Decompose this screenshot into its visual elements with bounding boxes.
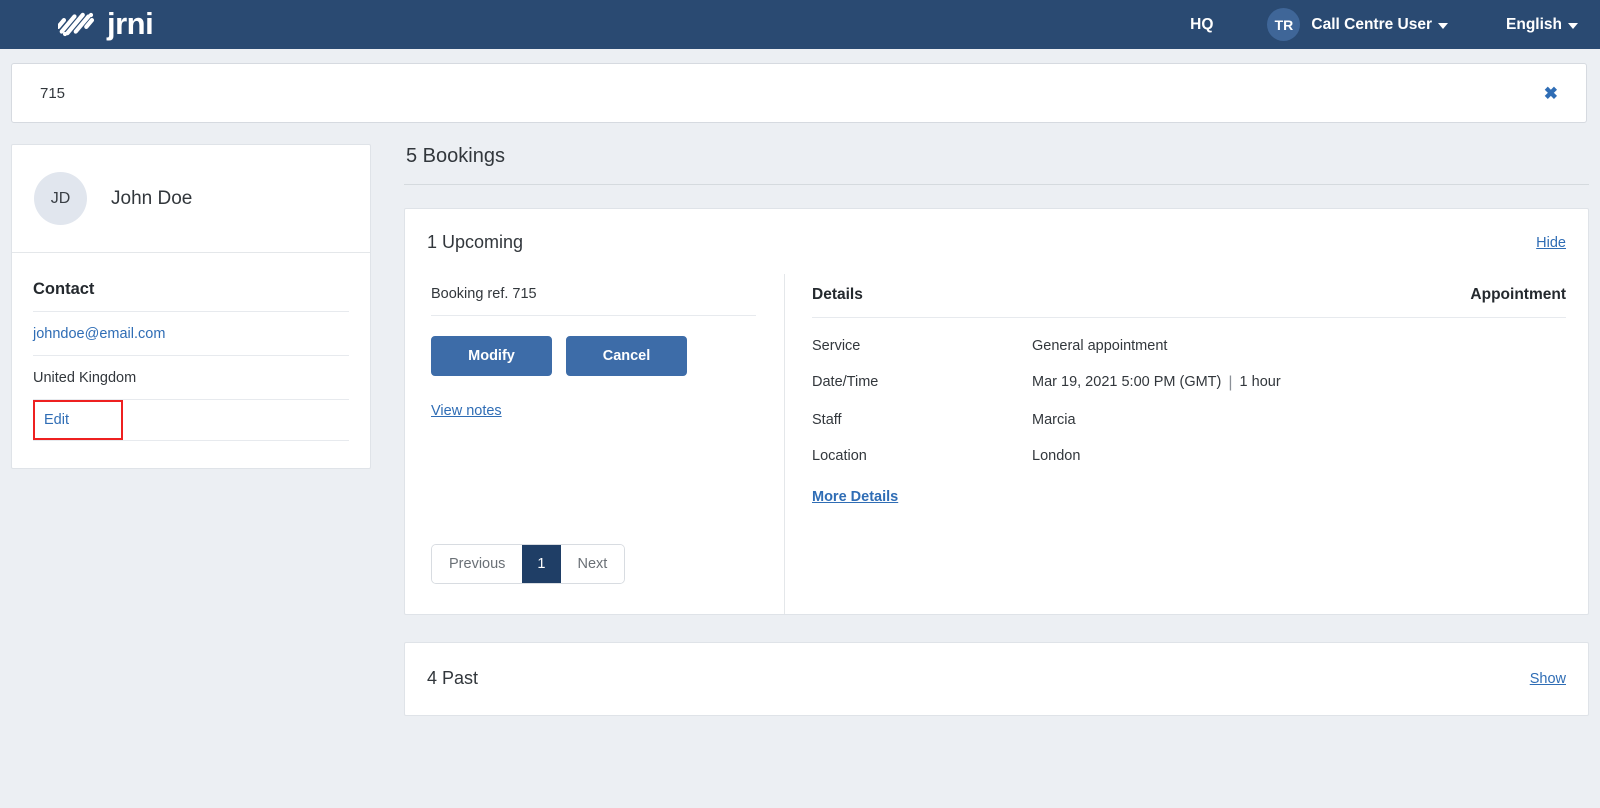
chevron-down-icon: [1568, 22, 1578, 29]
past-panel-title: 4 Past: [427, 668, 479, 688]
contact-section-title: Contact: [33, 280, 95, 298]
user-menu-label: Call Centre User: [1311, 15, 1433, 33]
edit-highlight-box: Edit: [33, 400, 123, 440]
customer-email-link[interactable]: johndoe@email.com: [33, 326, 165, 342]
search-input[interactable]: [40, 84, 1538, 102]
pagination-next-button[interactable]: Next: [560, 545, 625, 583]
pagination-previous-button[interactable]: Previous: [432, 545, 523, 583]
more-details-link[interactable]: More Details: [812, 489, 898, 505]
upcoming-bookings-panel: 1 Upcoming Hide Booking ref. 715 Modify …: [404, 208, 1589, 615]
booking-reference: Booking ref. 715: [431, 286, 756, 316]
detail-row: Staff Marcia: [812, 392, 1566, 428]
avatar[interactable]: TR: [1267, 8, 1301, 41]
contact-email-row: johndoe@email.com: [33, 311, 349, 355]
search-bar[interactable]: ✖: [11, 63, 1587, 123]
detail-value-location: London: [1032, 448, 1081, 464]
customer-card: JD John Doe Contact johndoe@email.com Un…: [11, 144, 371, 469]
booking-type-heading: Appointment: [1470, 286, 1566, 303]
customer-avatar: JD: [34, 172, 87, 225]
app-logo[interactable]: jrni: [58, 6, 154, 41]
booking-action-buttons: Modify Cancel: [431, 316, 756, 376]
detail-label-staff: Staff: [812, 412, 842, 428]
jrni-stripes-logo-icon: [58, 12, 95, 36]
language-menu[interactable]: English: [1506, 16, 1578, 34]
main-content: JD John Doe Contact johndoe@email.com Un…: [0, 123, 1600, 716]
detail-value-service: General appointment: [1032, 338, 1168, 354]
search-bar-container: ✖: [0, 49, 1600, 123]
pagination: Previous 1 Next: [431, 544, 626, 584]
detail-value-separator: |: [1228, 374, 1233, 391]
nav-company-hq[interactable]: HQ: [1180, 16, 1223, 34]
page-title: 5 Bookings: [406, 145, 505, 167]
bookings-column: 5 Bookings 1 Upcoming Hide Booking ref. …: [404, 144, 1589, 716]
detail-row: Date/Time Mar 19, 2021 5:00 PM (GMT) | 1…: [812, 354, 1566, 392]
pagination-container: Previous 1 Next: [431, 544, 756, 614]
chevron-down-icon: [1438, 22, 1449, 29]
user-menu[interactable]: Call Centre User: [1311, 15, 1449, 34]
logo-wordmark: jrni: [107, 6, 154, 41]
contact-country-row: United Kingdom: [33, 355, 349, 399]
details-heading: Details: [812, 286, 863, 303]
edit-contact-link[interactable]: Edit: [44, 412, 69, 428]
customer-name: John Doe: [111, 187, 193, 209]
booking-actions-column: Booking ref. 715 Modify Cancel View note…: [405, 274, 785, 614]
show-past-link[interactable]: Show: [1530, 671, 1566, 687]
upcoming-panel-header: 1 Upcoming Hide: [405, 209, 1588, 274]
detail-label-datetime: Date/Time: [812, 374, 879, 390]
customer-header: JD John Doe: [12, 145, 370, 253]
detail-row: Location London: [812, 428, 1566, 464]
booking-details-column: Details Appointment Service General appo…: [785, 274, 1588, 614]
detail-label-location: Location: [812, 448, 867, 464]
detail-value-staff: Marcia: [1032, 412, 1076, 428]
language-menu-label: English: [1506, 15, 1562, 33]
past-bookings-panel: 4 Past Show: [404, 642, 1589, 716]
upcoming-panel-title: 1 Upcoming: [427, 232, 524, 252]
cancel-booking-button[interactable]: Cancel: [566, 336, 687, 376]
view-notes-link[interactable]: View notes: [431, 403, 756, 419]
contact-edit-row: Edit: [33, 399, 349, 440]
detail-value-duration: 1 hour: [1239, 374, 1281, 390]
upcoming-booking-body: Booking ref. 715 Modify Cancel View note…: [405, 274, 1588, 614]
contact-bottom-divider: [33, 440, 349, 441]
past-panel-header: 4 Past Show: [405, 643, 1588, 715]
detail-label-service: Service: [812, 338, 861, 354]
detail-row: Service General appointment: [812, 318, 1566, 354]
booking-details-header: Details Appointment: [812, 286, 1566, 318]
hide-upcoming-link[interactable]: Hide: [1536, 235, 1566, 251]
clear-search-icon[interactable]: ✖: [1538, 81, 1564, 106]
top-nav-right-group: HQ TR Call Centre User English: [1180, 8, 1578, 41]
contact-section: Contact johndoe@email.com United Kingdom…: [12, 253, 370, 468]
top-navigation-bar: jrni HQ TR Call Centre User English: [0, 0, 1600, 49]
pagination-page-1-button[interactable]: 1: [522, 545, 561, 583]
detail-value-datetime: Mar 19, 2021 5:00 PM (GMT): [1032, 374, 1222, 390]
modify-booking-button[interactable]: Modify: [431, 336, 552, 376]
page-title-divider: [404, 184, 1589, 185]
